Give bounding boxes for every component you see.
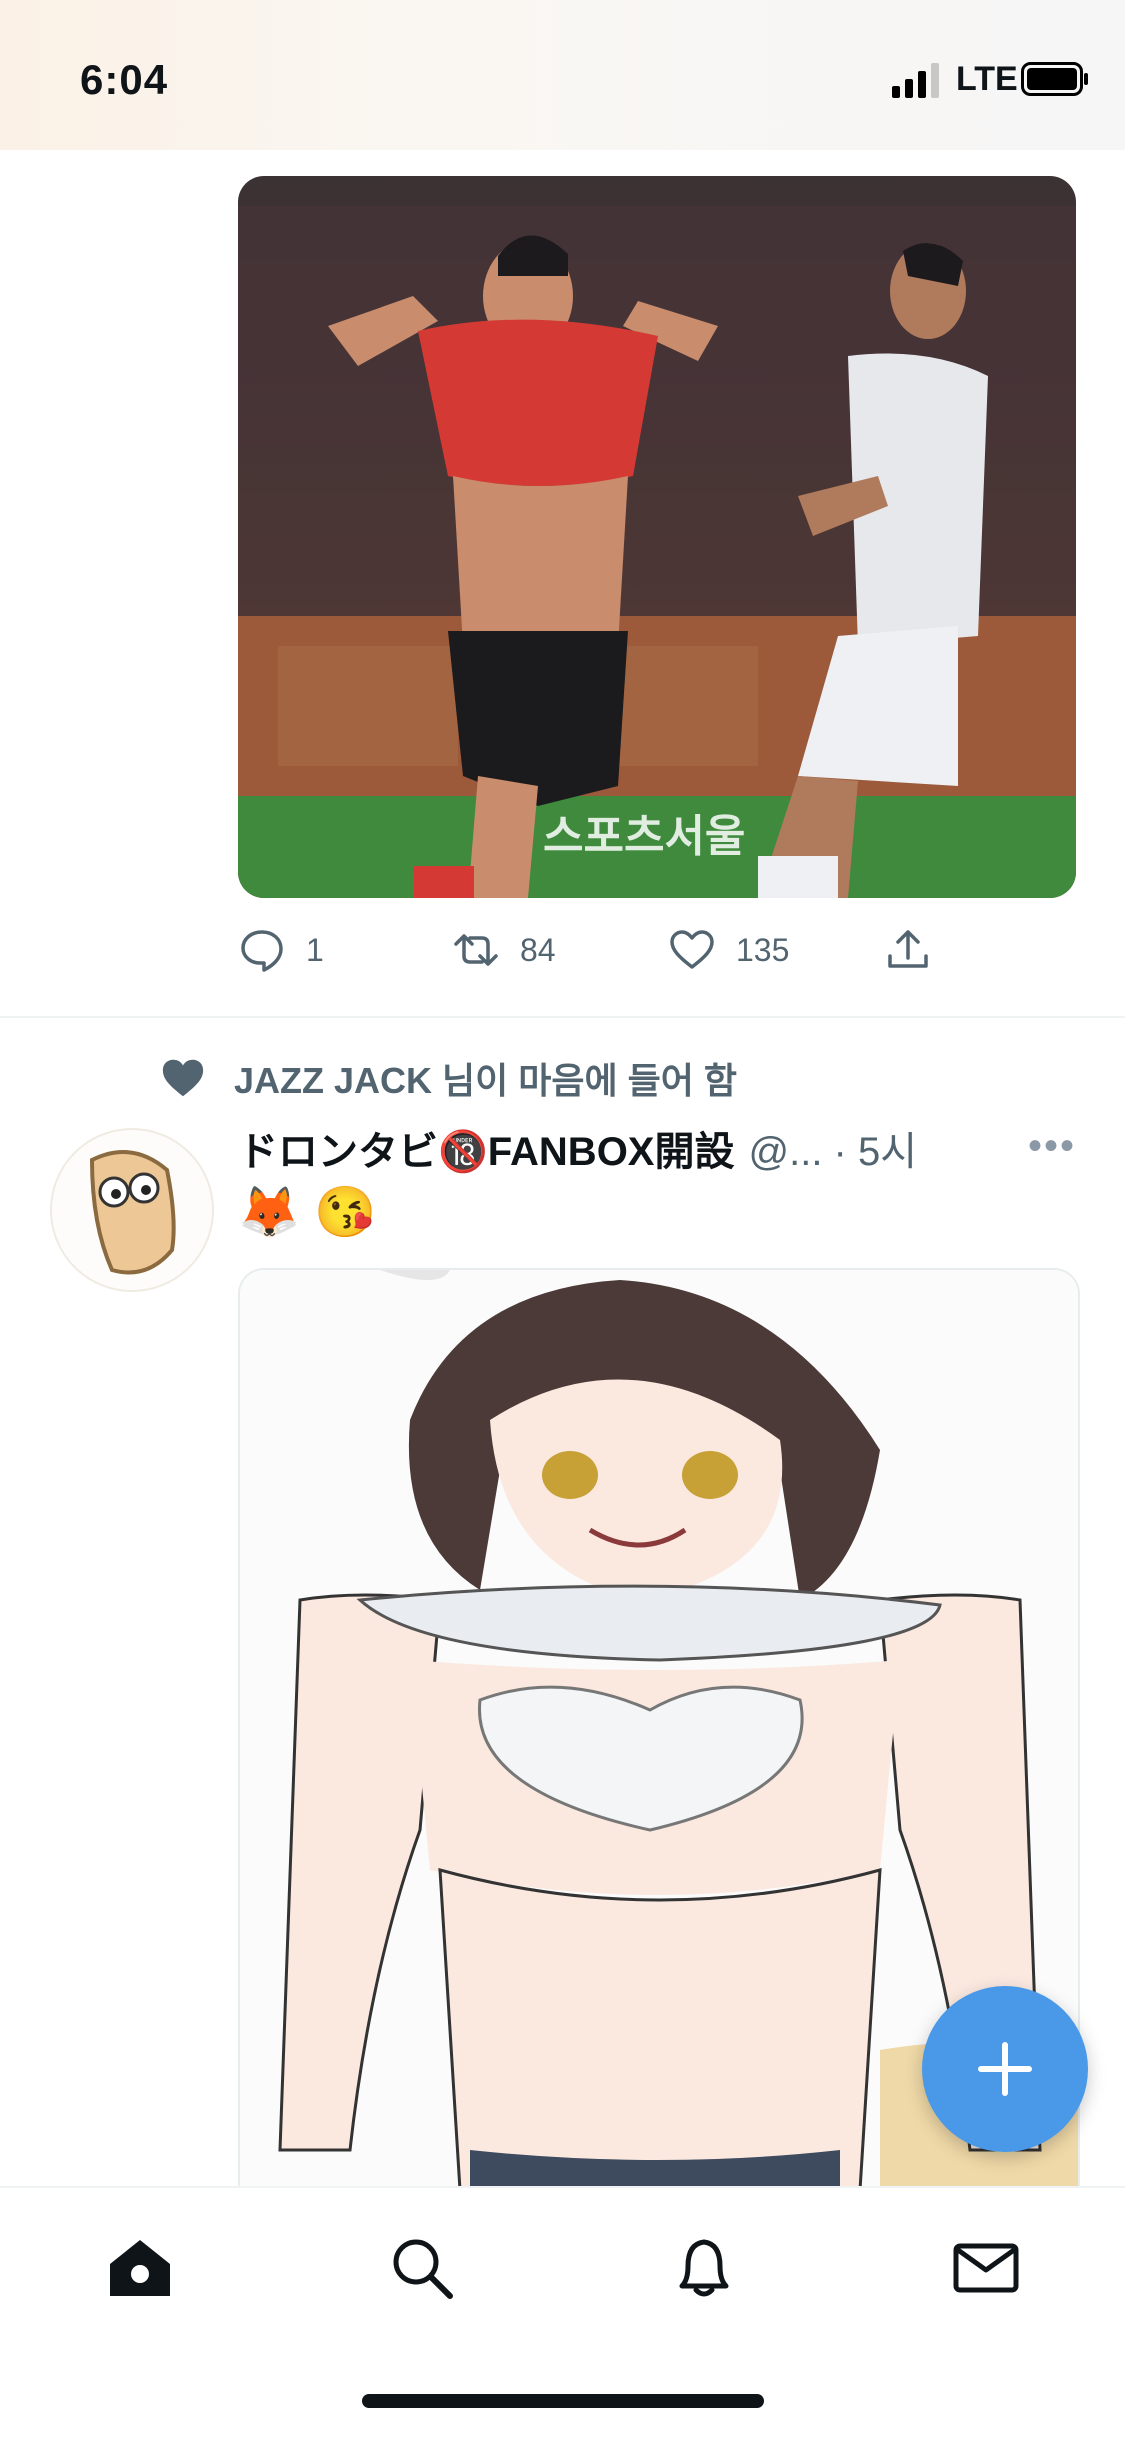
signal-icon (892, 63, 939, 98)
soccer-photo: 스포츠서울 (238, 176, 1076, 898)
reply-count: 1 (306, 931, 324, 968)
more-icon[interactable]: ••• (1028, 1124, 1076, 1169)
handle-and-time[interactable]: @... · 5시 (748, 1119, 917, 1177)
social-context-text: JAZZ JACK 님이 마음에 들어 함 (234, 1060, 737, 1101)
social-context[interactable]: JAZZ JACK 님이 마음에 들어 함 (160, 1052, 737, 1104)
heart-icon (162, 1059, 204, 1097)
tweet-action-row: 1 84 135 (238, 920, 1038, 980)
tweet-text: 🦊 😘 (238, 1184, 377, 1240)
network-label: LTE (956, 60, 1018, 98)
tweet-divider (0, 1016, 1125, 1018)
home-indicator (362, 2394, 764, 2408)
avatar-image (89, 1150, 176, 1275)
reply-button[interactable]: 1 (238, 920, 324, 980)
share-button[interactable] (884, 920, 952, 980)
retweet-button[interactable]: 84 (452, 920, 556, 980)
tweet-header: ドロンタビ🔞FANBOX開設 @... · 5시 (238, 1118, 1038, 1178)
share-icon (888, 930, 928, 968)
like-count: 135 (736, 931, 790, 968)
home-icon[interactable] (104, 2232, 176, 2304)
notifications-icon[interactable] (668, 2232, 740, 2304)
display-name[interactable]: ドロンタビ🔞FANBOX開設 (238, 1119, 734, 1177)
battery-icon (1021, 62, 1088, 96)
retweet-icon (454, 934, 498, 966)
search-icon[interactable] (386, 2232, 458, 2304)
status-bar: 6:04 LTE (0, 0, 1125, 150)
retweet-count: 84 (520, 931, 556, 968)
messages-icon[interactable] (950, 2232, 1022, 2304)
like-icon (670, 930, 714, 969)
photo-watermark: 스포츠서울 (543, 811, 745, 862)
tweet-media-photo[interactable]: 스포츠서울 (238, 176, 1076, 898)
avatar[interactable] (50, 1128, 214, 1292)
like-button[interactable]: 135 (668, 920, 789, 980)
reply-icon (241, 930, 283, 972)
compose-button[interactable] (922, 1986, 1088, 2152)
status-time: 6:04 (80, 56, 169, 103)
compose-icon (978, 2042, 1032, 2096)
